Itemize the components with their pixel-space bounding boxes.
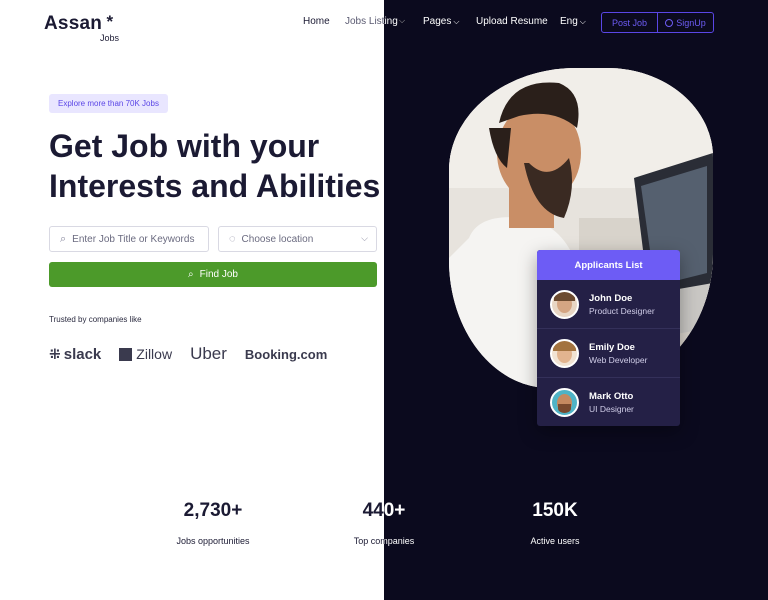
applicants-title: Applicants List [537,250,680,280]
stat-companies-inner: 440+ Top companies [334,500,384,546]
job-search-input[interactable]: ⌕ Enter Job Title or Keywords [49,226,209,252]
applicant-row[interactable]: Mark Otto UI Designer [537,378,680,426]
location-select[interactable]: ◌ Choose location ⌵ [218,226,377,252]
brand-name: Assan [44,13,103,34]
job-search-placeholder: Enter Job Title or Keywords [72,233,195,245]
find-job-label: Find Job [199,269,238,280]
post-job-label: Post Job [611,17,648,28]
nav-home-label: Home [303,16,330,27]
stat-value: 440+ [362,500,384,521]
slack-wordmark: slack [63,345,102,363]
signup-button[interactable]: SignUp [657,13,713,32]
booking-logo: Booking.com [245,347,327,362]
nav-upload-resume[interactable]: Upload Resume [476,16,548,27]
avatar [550,289,579,319]
company-logos: ⁜ slack Zillow Uber Booking.com [49,344,327,364]
nav-jobs-listing-dark[interactable]: Jobs Listing⌵ [384,16,414,30]
brand-logo[interactable]: Assan * Jobs [44,12,119,43]
stat-companies-dark: 440+ Top companies [384,500,434,560]
find-job-button[interactable]: ⌕ Find Job [49,262,377,287]
chevron-down-icon: ⌵ [579,16,586,26]
stat-value: 150K [532,500,578,521]
nav-language[interactable]: Eng ⌵ [560,16,586,27]
brand-sub: Jobs [100,33,120,43]
avatar [550,338,579,368]
nav-pages-label: Pages [423,16,452,27]
nav-home[interactable]: Home [303,16,330,27]
applicant-role: UI Designer [589,404,634,414]
hero-title-line2: Interests and Abilities [49,168,381,204]
stat-value: 440+ [384,500,406,521]
chevron-down-icon: ⌵ [399,16,406,25]
chevron-down-icon: ⌵ [361,233,368,243]
zillow-logo: Zillow [119,346,172,362]
chevron-down-icon: ⌵ [453,16,460,26]
trusted-label: Trusted by companies like [49,315,142,324]
applicant-name: Mark Otto [589,391,634,402]
signup-label: SignUp [676,17,706,28]
avatar [550,388,579,417]
explore-badge: Explore more than 70K Jobs [49,94,168,113]
brand-star: * [106,12,114,31]
uber-logo: Uber [190,344,227,364]
hero-title-line2-overflow: Interests and Abilities [384,166,394,206]
nav-pages[interactable]: Pages ⌵ [423,16,459,27]
search-icon: ⌕ [188,269,194,280]
slack-logo: ⁜ slack [49,346,101,363]
applicant-name: John Doe [589,292,633,304]
nav-language-label: Eng [560,16,578,27]
zillow-wordmark: Zillow [136,346,173,362]
hero-title: Get Job with your Interests and Abilitie… [49,126,385,206]
stat-label: Top companies [384,536,415,546]
zillow-mark-icon [119,347,133,361]
stat-companies-dark-inner: 440+ Top companies [384,500,434,546]
nav-jobs-listing-label: Jobs Listing [345,16,384,27]
hero-title-line1: Get Job with your [49,128,320,164]
nav-jobs-listing-label-dark: Jobs Listing [384,16,398,27]
location-placeholder: Choose location [241,233,314,245]
user-icon [665,18,674,27]
slack-mark-icon: ⁜ [49,345,61,362]
stat-value: 2,730+ [183,500,243,521]
applicant-role: Web Developer [589,354,648,365]
stat-jobs: 2,730+ Jobs opportunities [163,500,263,546]
applicant-row[interactable]: John Doe Product Designer [537,280,680,329]
stat-label: Jobs opportunities [176,536,250,546]
nav-upload-resume-label: Upload Resume [476,16,548,27]
stat-label: Active users [530,536,580,546]
search-icon: ⌕ [60,232,67,245]
booking-wordmark: Booking.com [244,346,328,362]
location-pin-icon: ◌ [229,233,236,245]
stat-companies: 440+ Top companies [334,500,384,560]
post-job-button[interactable]: Post Job [602,13,657,32]
applicant-name: Emily Doe [589,341,635,353]
stat-label: Top companies [353,536,384,546]
uber-wordmark: Uber [190,344,227,363]
applicants-card: Applicants List John Doe Product Designe… [537,250,680,426]
stat-users: 150K Active users [505,500,605,546]
nav-jobs-listing[interactable]: Jobs Listing [345,16,384,30]
auth-button-group: Post Job SignUp [601,12,714,33]
applicant-role: Product Designer [589,305,655,316]
applicant-row[interactable]: Emily Doe Web Developer [537,329,680,378]
